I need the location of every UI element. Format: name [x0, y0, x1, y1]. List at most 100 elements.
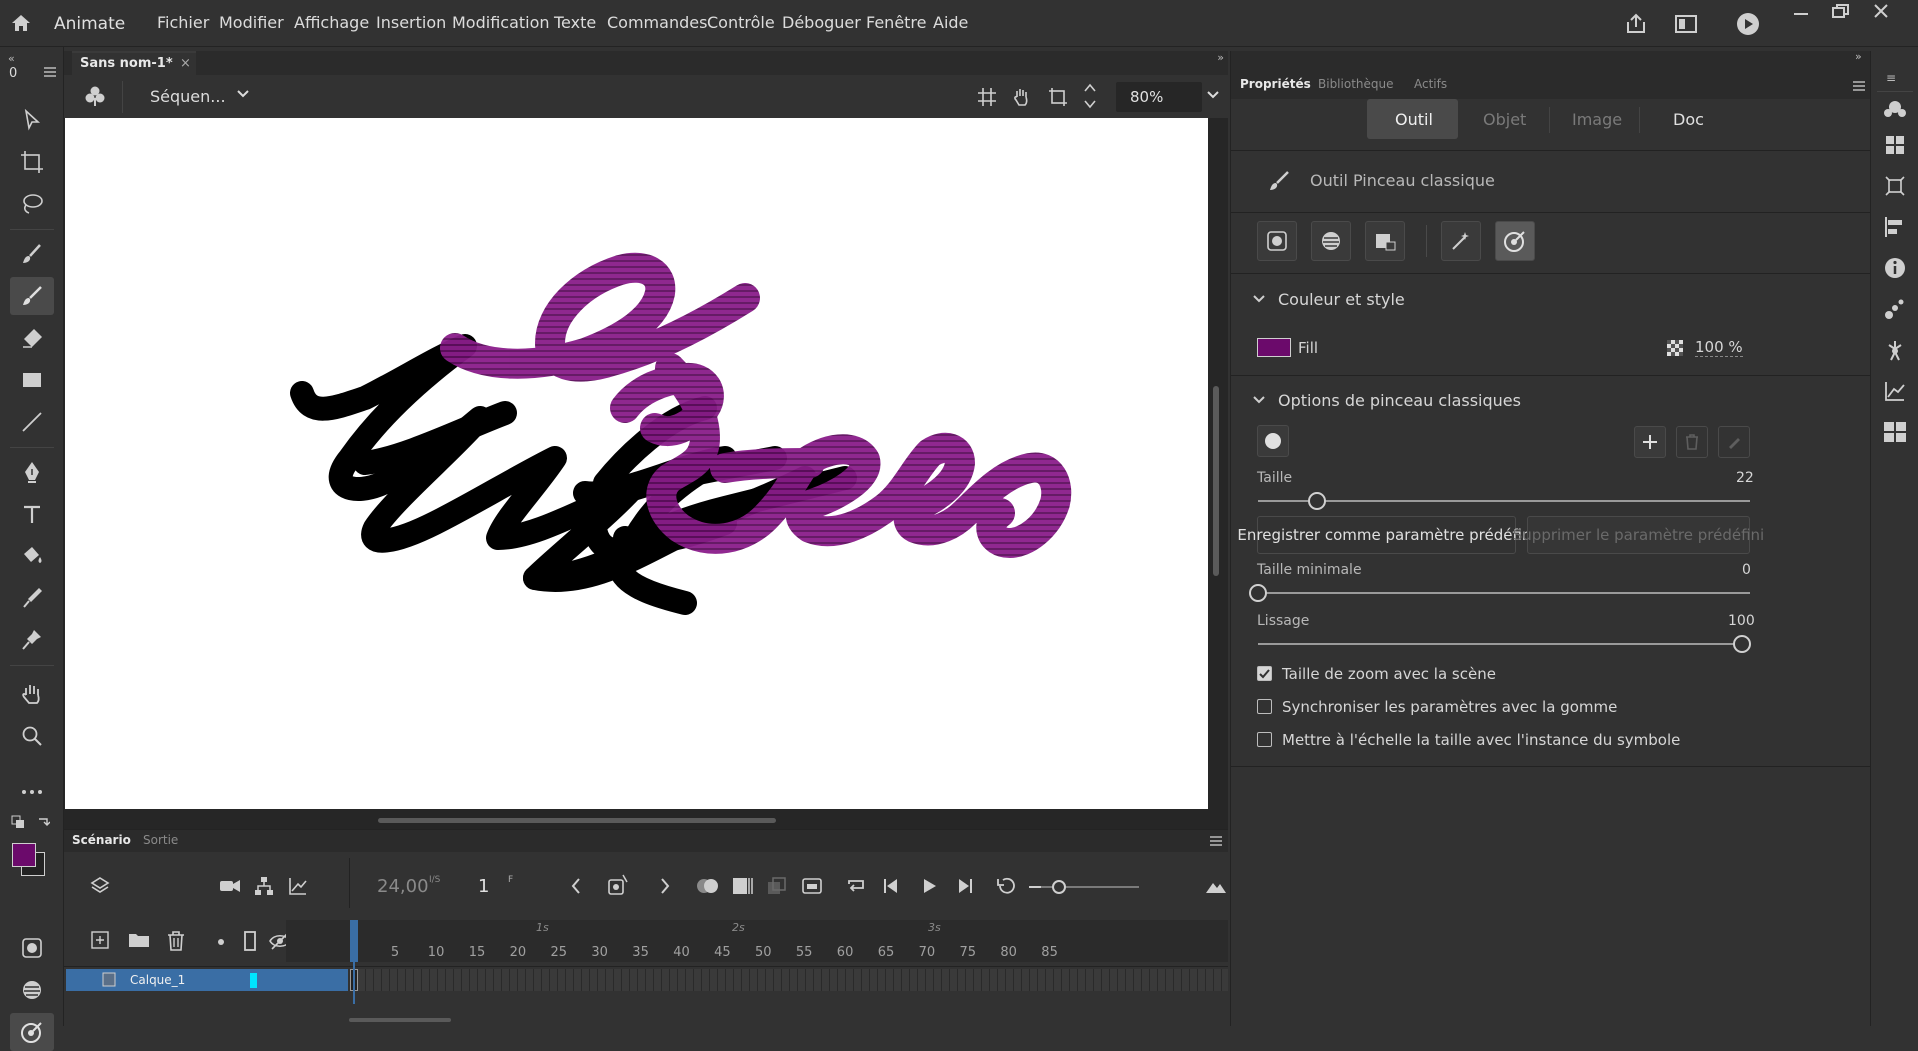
layer-name[interactable]: Calque_1	[130, 973, 185, 987]
alpha-value[interactable]: 100 %	[1695, 338, 1743, 357]
new-layer-icon[interactable]	[91, 931, 109, 949]
collapse-chevron-icon[interactable]	[1253, 395, 1265, 405]
brush-shape-icon[interactable]	[1257, 425, 1289, 457]
horizontal-scrollbar[interactable]	[378, 818, 776, 823]
components-icon[interactable]	[1883, 421, 1907, 443]
brush-section-title[interactable]: Options de pinceau classiques	[1278, 391, 1521, 410]
object-drawing-icon[interactable]	[10, 929, 54, 967]
scale-symbol-checkbox[interactable]	[1257, 732, 1272, 747]
fill-color-swatch[interactable]	[12, 843, 36, 867]
text-tool-icon[interactable]	[10, 495, 54, 533]
menu-aide[interactable]: Aide	[933, 13, 968, 32]
vertical-scrollbar[interactable]	[1213, 386, 1219, 576]
menu-commandes[interactable]: Commandes	[607, 13, 707, 32]
delete-layer-icon[interactable]	[167, 931, 185, 951]
object-drawing-toggle-icon[interactable]	[1257, 221, 1297, 261]
motion-editor-icon[interactable]	[1884, 380, 1906, 402]
step-back-icon[interactable]	[882, 877, 900, 895]
prev-keyframe-icon[interactable]	[570, 877, 582, 895]
restore-icon[interactable]	[1829, 2, 1851, 22]
collapse-icon[interactable]: «	[8, 52, 15, 65]
scene-selector[interactable]: Séquen...	[150, 87, 226, 106]
min-size-slider-thumb[interactable]	[1249, 584, 1267, 602]
layer-row[interactable]: Calque_1	[66, 969, 348, 991]
close-icon[interactable]	[1870, 2, 1892, 22]
lasso-tool-icon[interactable]	[10, 185, 54, 223]
smoothing-toggle-icon[interactable]	[1441, 221, 1481, 261]
layers-icon[interactable]	[90, 876, 110, 896]
zoom-dropdown-icon[interactable]	[1206, 90, 1220, 100]
chevron-down-icon[interactable]	[236, 89, 250, 99]
smoothing-slider[interactable]	[1258, 643, 1742, 645]
frame-insert-icon[interactable]	[801, 877, 823, 895]
zoom-stepper-icon[interactable]	[1083, 81, 1097, 111]
transform-icon[interactable]	[1884, 175, 1906, 197]
save-preset-button[interactable]: Enregistrer comme paramètre prédéfini	[1237, 516, 1536, 554]
align-icon[interactable]	[1884, 216, 1906, 238]
paint-brush-tool-icon[interactable]	[10, 235, 54, 273]
segment-doc[interactable]: Doc	[1673, 110, 1704, 129]
parenting-icon[interactable]	[254, 876, 274, 896]
panel-menu-icon[interactable]: ≡	[1886, 71, 1896, 85]
free-transform-tool-icon[interactable]	[10, 143, 54, 181]
eyedropper-tool-icon[interactable]	[10, 579, 54, 617]
default-colors-icon[interactable]	[11, 815, 25, 829]
tab-actifs[interactable]: Actifs	[1414, 77, 1447, 91]
size-value[interactable]: 22	[1736, 470, 1754, 486]
minimize-icon[interactable]	[1790, 2, 1812, 22]
tab-scenario[interactable]: Scénario	[72, 833, 131, 847]
segment-image[interactable]: Image	[1572, 110, 1622, 129]
paint-bucket-tool-icon[interactable]	[10, 537, 54, 575]
add-preset-icon[interactable]	[1634, 426, 1666, 458]
menu-texte[interactable]: Texte	[554, 13, 596, 32]
menu-controle[interactable]: Contrôle	[707, 13, 775, 32]
tab-proprietes[interactable]: Propriétés	[1240, 77, 1311, 91]
zoom-tool-icon[interactable]	[10, 717, 54, 755]
menu-insertion[interactable]: Insertion	[376, 13, 446, 32]
zoom-field[interactable]: 80%	[1116, 82, 1202, 112]
loop-icon[interactable]	[845, 876, 867, 896]
smoothing-slider-thumb[interactable]	[1733, 635, 1751, 653]
layer-color-swatch[interactable]	[250, 973, 257, 988]
rectangle-tool-icon[interactable]	[10, 361, 54, 399]
swap-colors-icon[interactable]	[36, 815, 50, 829]
pressure-toggle-icon[interactable]	[1495, 221, 1535, 261]
tab-sortie[interactable]: Sortie	[143, 833, 178, 847]
expand-icon[interactable]: »	[1217, 51, 1224, 64]
camera-icon[interactable]	[219, 878, 241, 894]
segment-objet[interactable]: Objet	[1483, 110, 1526, 129]
info-icon[interactable]	[1884, 257, 1906, 279]
play-icon[interactable]	[922, 877, 938, 895]
pin-tool-icon[interactable]	[10, 621, 54, 659]
lock-fill-icon[interactable]	[10, 971, 54, 1009]
line-tool-icon[interactable]	[10, 403, 54, 441]
min-size-slider[interactable]	[1258, 592, 1750, 594]
menu-affichage[interactable]: Affichage	[294, 13, 369, 32]
edit-multiple-frames-icon[interactable]	[731, 876, 753, 896]
workspace-icon[interactable]	[1674, 13, 1698, 35]
segment-outil[interactable]: Outil	[1367, 99, 1458, 139]
graph-icon[interactable]	[288, 876, 308, 896]
menu-modifier[interactable]: Modifier	[219, 13, 284, 32]
menu-icon[interactable]	[44, 67, 56, 77]
insert-keyframe-icon[interactable]	[607, 874, 629, 896]
expand-panel-icon[interactable]: »	[1855, 50, 1862, 63]
outline-icon[interactable]	[244, 931, 256, 951]
layer-frames[interactable]	[350, 969, 1228, 991]
onion-skin-icon[interactable]	[696, 877, 720, 895]
hand-tool-icon[interactable]	[10, 675, 54, 713]
collapse-chevron-icon[interactable]	[1253, 294, 1265, 304]
assets-icon[interactable]	[1883, 99, 1907, 119]
brush-mode-icon[interactable]	[1311, 221, 1351, 261]
highlight-layer-icon[interactable]	[217, 938, 225, 946]
snap-icon[interactable]	[977, 87, 997, 107]
step-forward-icon[interactable]	[956, 877, 974, 895]
current-frame[interactable]: 1	[478, 876, 489, 897]
motion-presets-icon[interactable]	[1884, 298, 1906, 320]
menu-deboguer[interactable]: Déboguer	[782, 13, 861, 32]
lock-fill-toggle-icon[interactable]	[1365, 221, 1405, 261]
menu-fenetre[interactable]: Fenêtre	[866, 13, 927, 32]
document-tab[interactable]: Sans nom-1* ×	[72, 51, 196, 75]
sync-eraser-checkbox[interactable]	[1257, 699, 1272, 714]
size-slider-thumb[interactable]	[1308, 492, 1327, 510]
